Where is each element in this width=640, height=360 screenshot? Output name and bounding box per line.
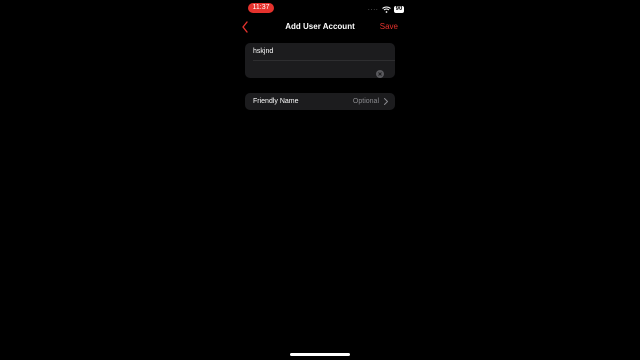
status-icons: .... 90 bbox=[368, 4, 405, 14]
friendly-name-row[interactable]: Friendly Name Optional bbox=[245, 93, 395, 110]
save-button[interactable]: Save bbox=[376, 21, 398, 32]
chevron-left-icon bbox=[242, 21, 248, 33]
friendly-name-value: Optional bbox=[352, 98, 379, 105]
password-field[interactable] bbox=[253, 62, 373, 76]
chevron-right-icon bbox=[384, 98, 388, 105]
friendly-name-label: Friendly Name bbox=[253, 98, 299, 105]
wifi-icon bbox=[381, 6, 391, 13]
username-field[interactable]: hskjnd bbox=[253, 47, 273, 57]
status-time: 11:37 bbox=[248, 3, 274, 13]
battery-icon: 90 bbox=[393, 5, 405, 13]
cellular-dots: .... bbox=[368, 6, 379, 12]
divider bbox=[253, 60, 395, 61]
clear-button[interactable] bbox=[376, 65, 384, 78]
clear-x-icon bbox=[376, 70, 384, 78]
screen: 11:37 .... 90 Add User Account Save hskj… bbox=[0, 0, 640, 360]
credentials-group: hskjnd bbox=[245, 43, 395, 78]
page-title: Add User Account bbox=[285, 22, 355, 31]
back-button[interactable] bbox=[239, 19, 253, 35]
home-indicator[interactable] bbox=[290, 353, 350, 356]
